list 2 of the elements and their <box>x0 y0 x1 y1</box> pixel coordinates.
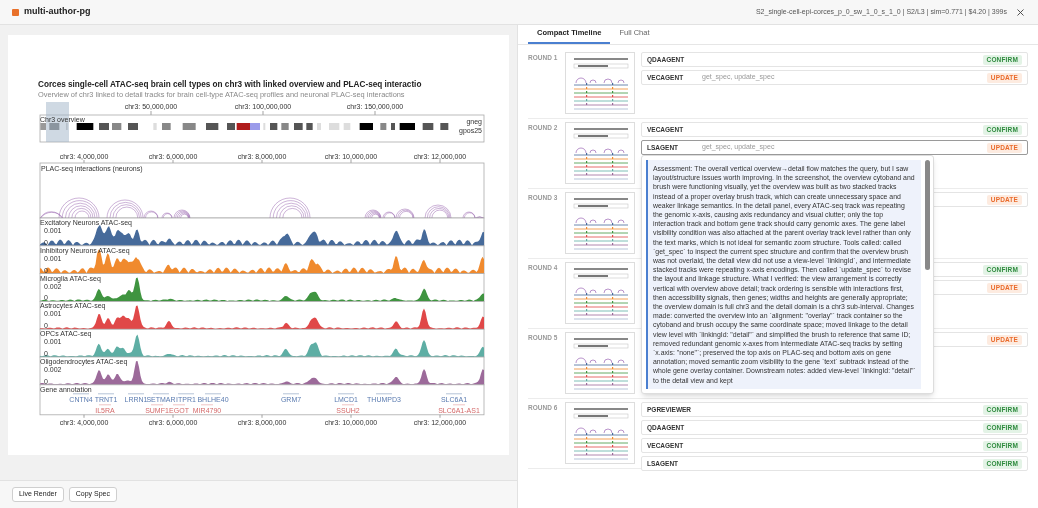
chart-title: Corces single-cell ATAC-seq brain cell types on chr3 with linked overview and PLAC-seq interactio <box>38 80 423 90</box>
app-title: multi-author-pg <box>24 5 91 19</box>
